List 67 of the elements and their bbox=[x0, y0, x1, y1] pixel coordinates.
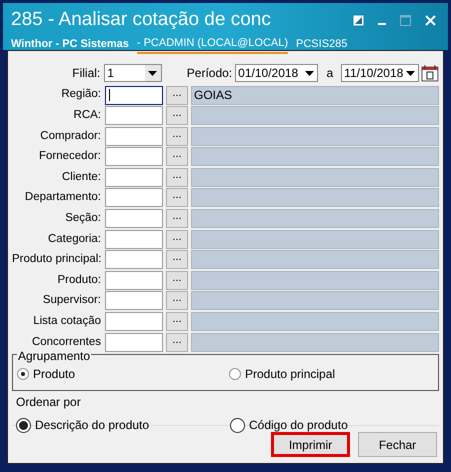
field-label: Concorrentes bbox=[30, 334, 102, 350]
search-button[interactable]: ... bbox=[166, 188, 188, 208]
code-input-field[interactable] bbox=[105, 270, 163, 290]
code-input-field[interactable] bbox=[105, 209, 163, 228]
dropdown-arrow-icon[interactable] bbox=[406, 70, 416, 76]
field-label: Produto principal: bbox=[12, 252, 102, 268]
field-label: Lista cotação bbox=[32, 314, 102, 329]
code-input-field[interactable] bbox=[105, 106, 163, 126]
search-button[interactable]: ... bbox=[166, 270, 188, 290]
radio-button[interactable] bbox=[229, 368, 241, 380]
code-input-field[interactable] bbox=[105, 86, 163, 104]
dropdown-arrow-icon[interactable] bbox=[304, 70, 314, 76]
code-input-field[interactable] bbox=[105, 188, 163, 208]
search-button[interactable]: ... bbox=[166, 250, 188, 270]
field-label: RCA: bbox=[72, 108, 102, 123]
field-label: Produto: bbox=[56, 272, 102, 288]
field-label: Fornecedor: bbox=[38, 149, 102, 164]
code-input-field[interactable] bbox=[105, 291, 163, 310]
calendar-icon[interactable] bbox=[421, 64, 439, 82]
search-button[interactable]: ... bbox=[166, 209, 188, 228]
routine-code: PCSIS285 bbox=[296, 37, 348, 52]
search-button[interactable]: ... bbox=[166, 168, 188, 187]
dialog-button[interactable]: Imprimir bbox=[271, 432, 350, 458]
end-date-field[interactable]: 11/10/2018 bbox=[341, 64, 420, 82]
window-title: 285 - Analisar cotação de conc bbox=[11, 8, 271, 32]
branch-dropdown[interactable]: 1 bbox=[104, 64, 162, 82]
search-button[interactable]: ... bbox=[166, 230, 188, 249]
description-field: GOIAS bbox=[191, 86, 439, 104]
search-button[interactable]: ... bbox=[166, 147, 188, 166]
group-title: Ordenar por bbox=[16, 394, 82, 412]
code-input-field[interactable] bbox=[105, 230, 163, 249]
field-label: Filial: bbox=[71, 65, 102, 82]
code-input-field[interactable] bbox=[105, 332, 163, 352]
field-label: Seção: bbox=[64, 210, 102, 226]
maximize-icon[interactable] bbox=[400, 14, 411, 26]
radio-label: Produto principal bbox=[245, 366, 336, 384]
field-label: Período: bbox=[186, 65, 234, 82]
radio-label: Código do produto bbox=[249, 417, 348, 434]
radio-button[interactable] bbox=[230, 418, 245, 433]
code-input-field[interactable] bbox=[105, 250, 163, 270]
theme-icon[interactable] bbox=[353, 14, 364, 26]
code-input-field[interactable] bbox=[105, 312, 163, 332]
field-label: Supervisor: bbox=[42, 293, 102, 308]
search-button[interactable]: ... bbox=[166, 312, 188, 332]
search-button[interactable]: ... bbox=[166, 126, 188, 146]
close-icon[interactable] bbox=[425, 14, 436, 26]
field-label: Categoria: bbox=[46, 232, 102, 247]
radio-label: Descrição do produto bbox=[35, 417, 150, 434]
radio-button[interactable] bbox=[17, 368, 29, 380]
field-label: Departamento: bbox=[24, 190, 102, 206]
app-name: Winthor - PC Sistemas bbox=[11, 37, 129, 52]
code-input-field[interactable] bbox=[105, 147, 163, 166]
range-separator: a bbox=[326, 65, 334, 82]
dialog-button[interactable]: Fechar bbox=[358, 432, 437, 458]
field-label: Região: bbox=[60, 87, 102, 102]
dropdown-arrow-icon[interactable] bbox=[148, 70, 158, 76]
search-button[interactable]: ... bbox=[166, 291, 188, 310]
search-button[interactable]: ... bbox=[166, 86, 188, 104]
search-button[interactable]: ... bbox=[166, 332, 188, 352]
code-input-field[interactable] bbox=[105, 126, 163, 146]
code-input-field[interactable] bbox=[105, 168, 163, 187]
start-date-field[interactable]: 01/10/2018 bbox=[235, 64, 318, 82]
radio-label: Produto bbox=[33, 366, 76, 384]
search-button[interactable]: ... bbox=[166, 106, 188, 126]
radio-button[interactable] bbox=[16, 418, 31, 433]
field-label: Cliente: bbox=[61, 170, 102, 185]
field-label: Comprador: bbox=[39, 128, 102, 144]
